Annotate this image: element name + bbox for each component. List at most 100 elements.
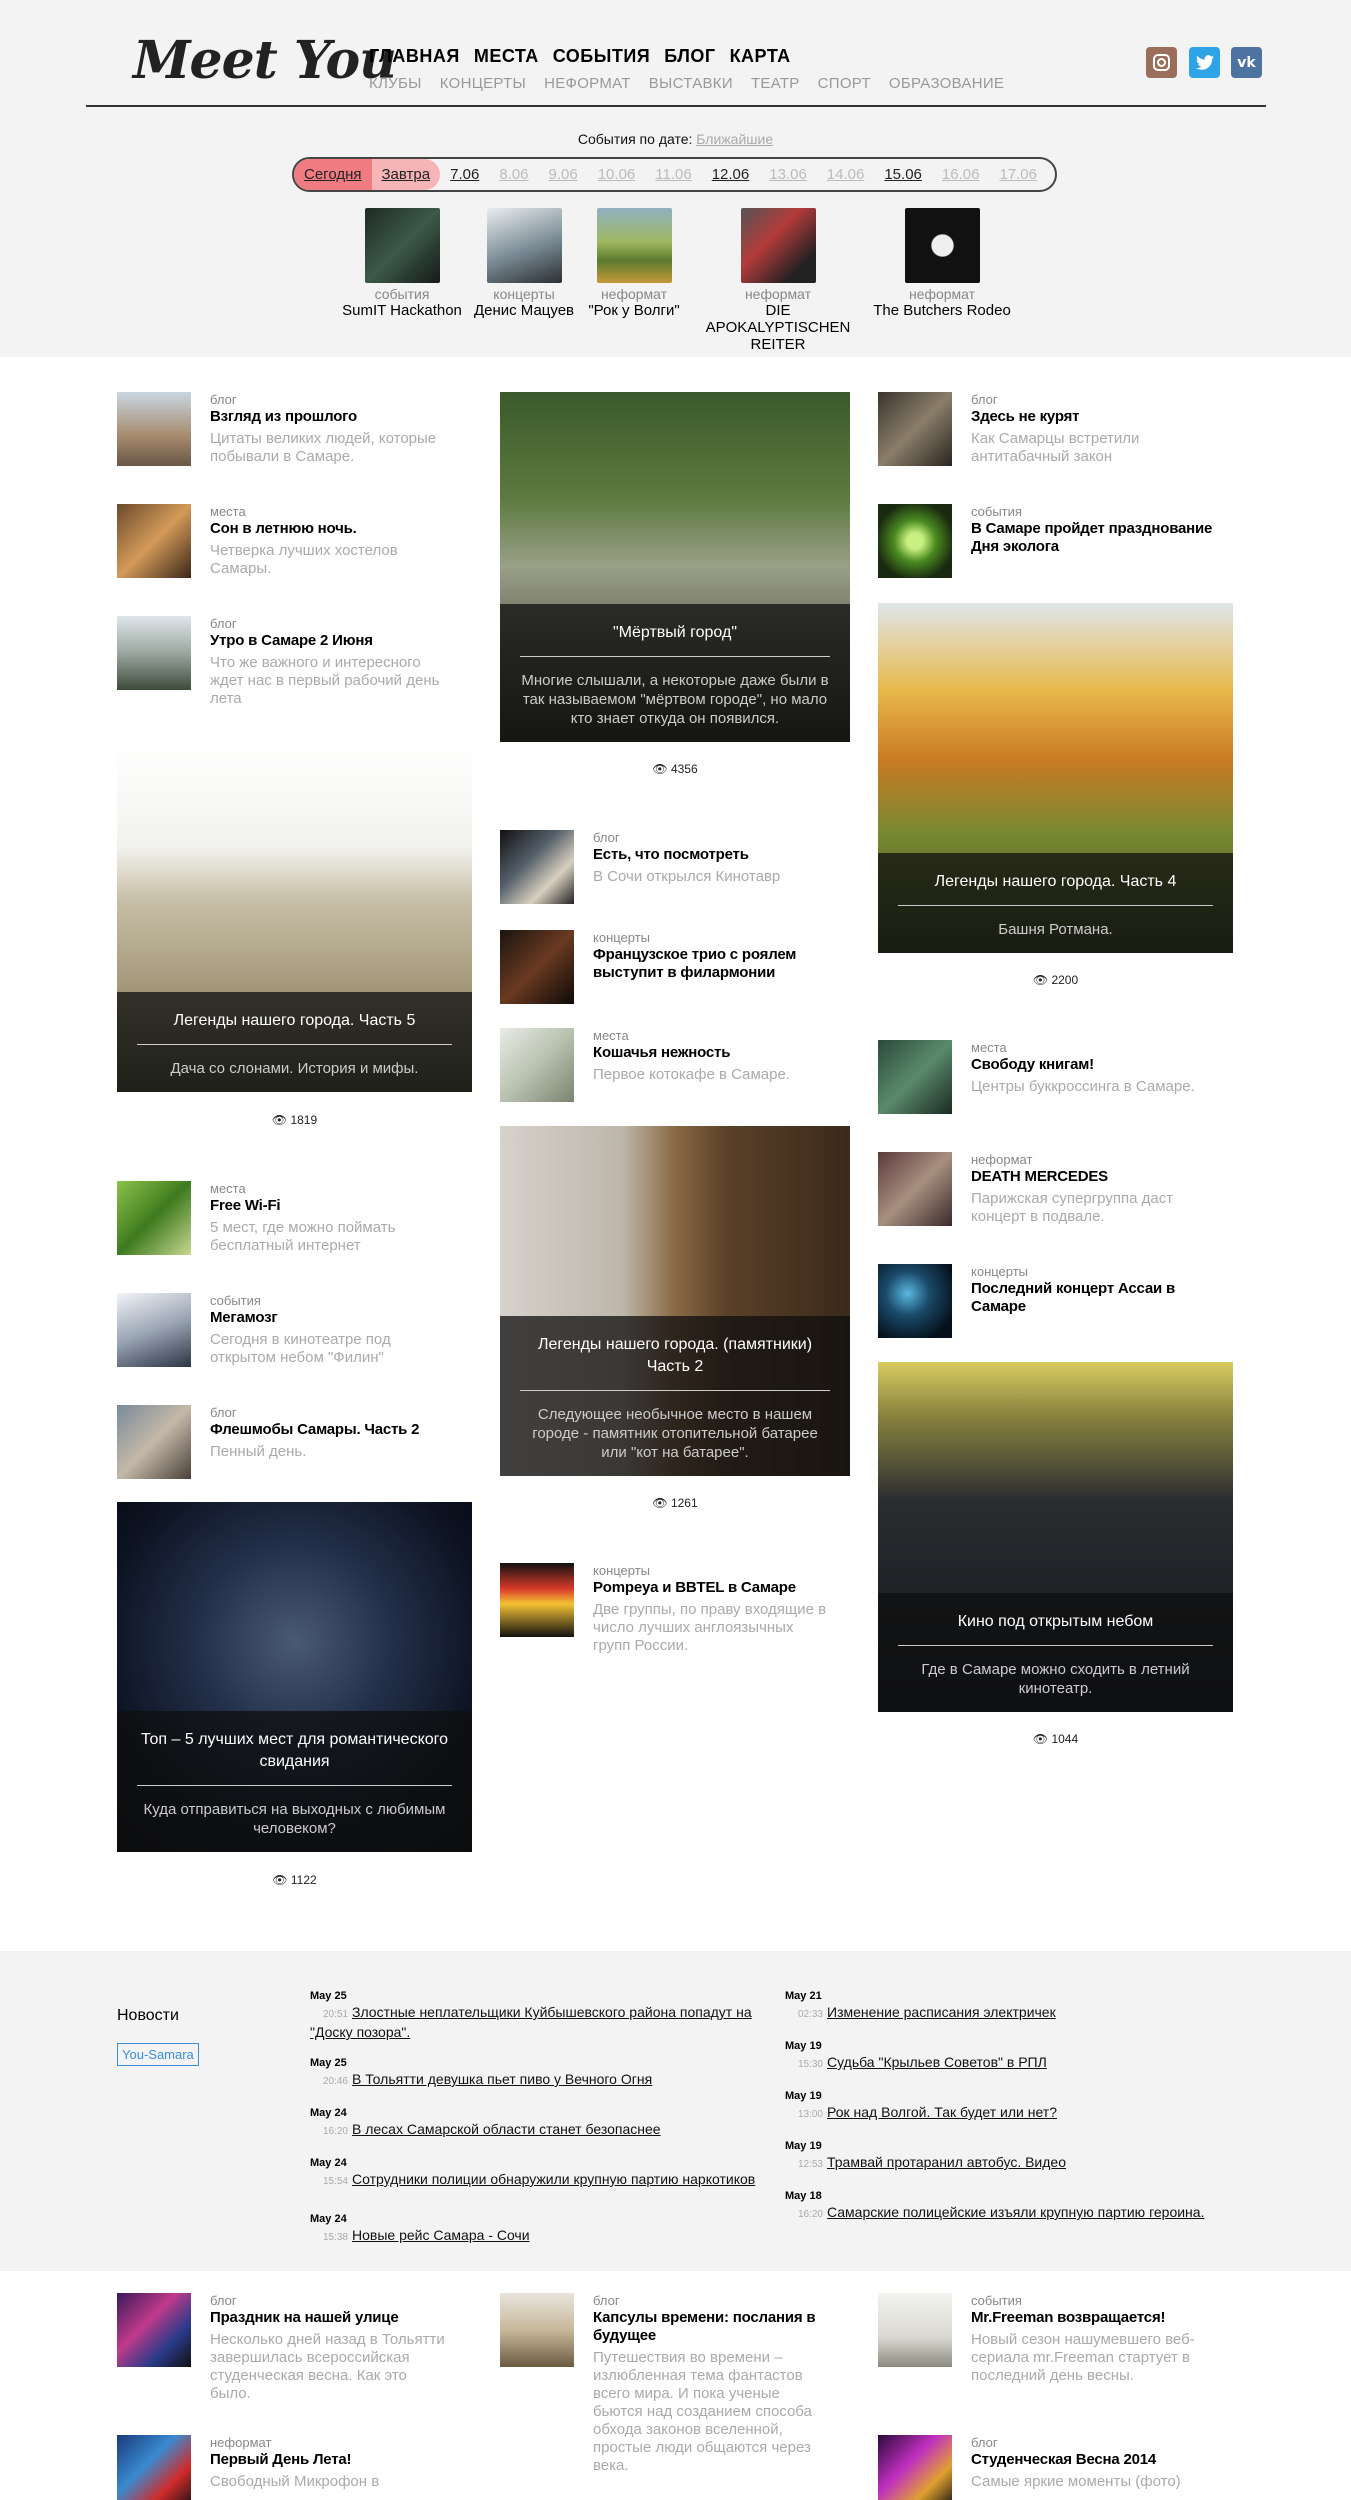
feature-card[interactable]: Легенды нашего города. (памятники) Часть…	[500, 1126, 850, 1476]
twitter-icon[interactable]	[1189, 47, 1220, 78]
feature-card[interactable]: "Мёртвый город" Многие слышали, а некото…	[500, 392, 850, 742]
article-card[interactable]: блог Капсулы времени: послания в будущее…	[500, 2293, 850, 2500]
date-item[interactable]: 14.06	[817, 159, 875, 190]
feature-card[interactable]: Кино под открытым небом Где в Самаре мож…	[878, 1362, 1233, 1712]
vk-icon[interactable]: vk	[1231, 47, 1262, 78]
subnav-item-sport[interactable]: СПОРТ	[818, 75, 871, 92]
news-link[interactable]: Рок над Волгой. Так будет или нет?	[827, 2104, 1057, 2120]
article-card[interactable]: места Кошачья нежность Первое котокафе в…	[500, 1028, 850, 1108]
article-thumbnail	[500, 1563, 574, 1637]
news-item: May 24 15:38 Новые рейс Самара - Сочи	[310, 2213, 770, 2245]
subnav-item-education[interactable]: ОБРАЗОВАНИЕ	[889, 75, 1004, 92]
date-item[interactable]: 9.06	[539, 159, 588, 190]
feature-card-divider	[137, 1785, 452, 1786]
subnav-item-exhibitions[interactable]: ВЫСТАВКИ	[649, 75, 733, 92]
news-source-badge[interactable]: You-Samara	[117, 2043, 199, 2066]
feature-card[interactable]: Легенды нашего города. Часть 4 Башня Рот…	[878, 603, 1233, 953]
article-card[interactable]: концерты Pompeya и BBTEL в Самаре Две гр…	[500, 1563, 850, 1663]
article-title: Free Wi-Fi	[210, 1197, 281, 1214]
news-link[interactable]: В Тольятти девушка пьет пиво у Вечного О…	[352, 2071, 652, 2087]
news-link[interactable]: Злостные неплательщики Куйбышевского рай…	[310, 2004, 752, 2040]
article-card[interactable]: блог Здесь не курят Как Самарцы встретил…	[878, 392, 1228, 472]
date-today[interactable]: Сегодня	[294, 159, 372, 190]
article-thumbnail	[878, 1040, 952, 1114]
events-by-date-label: События по дате: Ближайшие	[0, 131, 1351, 147]
eye-icon: 👁	[1032, 973, 1049, 987]
date-item[interactable]: 10.06	[588, 159, 646, 190]
article-card[interactable]: места Сон в летнюю ночь. Четверка лучших…	[117, 504, 467, 584]
article-description: Несколько дней назад в Тольятти завершил…	[210, 2331, 445, 2402]
news-item: May 21 02:33 Изменение расписания электри…	[785, 1990, 1245, 2022]
subnav-item-neformat[interactable]: НЕФОРМАТ	[544, 75, 631, 92]
article-card[interactable]: блог Есть, что посмотреть В Сочи открылс…	[500, 830, 850, 910]
article-card[interactable]: события В Самаре пройдет празднование Дн…	[878, 504, 1228, 584]
site-logo[interactable]: Meet You	[133, 30, 397, 91]
feature-card[interactable]: Легенды нашего города. Часть 5 Дача со с…	[117, 742, 472, 1092]
article-card[interactable]: блог Флешмобы Самары. Часть 2 Пенный ден…	[117, 1405, 467, 1485]
article-thumbnail	[117, 2435, 191, 2500]
featured-event[interactable]: неформат DIE APOKALYPTISCHEN REITER	[698, 208, 858, 353]
nav-item-map[interactable]: КАРТА	[730, 46, 791, 67]
date-item[interactable]: 15.06	[874, 159, 932, 190]
news-item: May 19 15:30 Судьба "Крыльев Советов" в Р…	[785, 2040, 1245, 2072]
article-card[interactable]: неформат Первый День Лета! Свободный Мик…	[117, 2435, 467, 2500]
article-card[interactable]: блог Утро в Самаре 2 Июня Что же важного…	[117, 616, 467, 716]
article-card[interactable]: неформат DEATH MERCEDES Парижская суперг…	[878, 1152, 1228, 1232]
news-link[interactable]: Новые рейс Самара - Сочи	[352, 2227, 530, 2243]
date-item[interactable]: 13.06	[759, 159, 817, 190]
article-thumbnail	[878, 1264, 952, 1338]
article-card[interactable]: блог Студенческая Весна 2014 Самые яркие…	[878, 2435, 1228, 2500]
news-link[interactable]: В лесах Самарской области станет безопас…	[352, 2121, 661, 2137]
news-link[interactable]: Изменение расписания электричек	[827, 2004, 1056, 2020]
news-link[interactable]: Самарские полицейские изъяли крупную пар…	[827, 2204, 1204, 2220]
feature-card-divider	[898, 1645, 1213, 1646]
nearest-events-link[interactable]: Ближайшие	[696, 131, 773, 147]
nav-item-home[interactable]: ГЛАВНАЯ	[369, 46, 460, 67]
nav-item-places[interactable]: МЕСТА	[474, 46, 539, 67]
header-divider	[86, 105, 1266, 107]
feature-card-description: Многие слышали, а некоторые даже были в …	[521, 672, 829, 727]
article-category: места	[971, 1040, 1007, 1055]
date-item[interactable]: 16.06	[932, 159, 990, 190]
article-description: Что же важного и интересного ждет нас в …	[210, 654, 440, 707]
article-card[interactable]: блог Взгляд из прошлого Цитаты великих л…	[117, 392, 467, 472]
news-date: May 21	[785, 1990, 822, 2002]
article-card[interactable]: места Свободу книгам! Центры буккроссинг…	[878, 1040, 1228, 1120]
date-item[interactable]: 17.06	[989, 159, 1047, 190]
subnav-item-clubs[interactable]: КЛУБЫ	[369, 75, 422, 92]
featured-event[interactable]: неформат The Butchers Rodeo	[862, 208, 1022, 319]
date-item[interactable]: 12.06	[702, 159, 760, 190]
feature-card[interactable]: Топ – 5 лучших мест для романтического с…	[117, 1502, 472, 1852]
date-tomorrow[interactable]: Завтра	[371, 159, 441, 190]
instagram-icon[interactable]	[1146, 47, 1177, 78]
nav-item-blog[interactable]: БЛОГ	[664, 46, 715, 67]
news-item: May 19 12:53 Трамвай протаранил автобус. …	[785, 2140, 1245, 2172]
article-description: Парижская супергруппа даст концерт в под…	[971, 1190, 1174, 1225]
article-card[interactable]: концерты Французское трио с роялем высту…	[500, 930, 850, 1010]
article-thumbnail	[500, 1028, 574, 1102]
article-card[interactable]: события Мегамозг Сегодня в кинотеатре по…	[117, 1293, 467, 1373]
article-card[interactable]: события Mr.Freeman возвращается! Новый с…	[878, 2293, 1228, 2413]
date-item[interactable]: 11.06	[645, 159, 701, 190]
views-count: 2200	[1051, 973, 1079, 987]
feature-card-overlay: Топ – 5 лучших мест для романтического с…	[117, 1711, 472, 1852]
article-category: концерты	[593, 1563, 651, 1578]
article-card[interactable]: места Free Wi-Fi 5 мест, где можно пойма…	[117, 1181, 467, 1261]
article-category: неформат	[210, 2435, 272, 2450]
subnav-item-theatre[interactable]: ТЕАТР	[751, 75, 800, 92]
date-item[interactable]: 7.06	[440, 159, 489, 190]
article-category: блог	[971, 392, 998, 407]
news-link[interactable]: Судьба "Крыльев Советов" в РПЛ	[827, 2054, 1047, 2070]
subnav-item-concerts[interactable]: КОНЦЕРТЫ	[440, 75, 526, 92]
article-card[interactable]: блог Праздник на нашей улице Несколько д…	[117, 2293, 467, 2413]
date-item[interactable]: 8.06	[489, 159, 538, 190]
featured-event[interactable]: неформат "Рок у Волги"	[554, 208, 714, 319]
eye-icon: 👁	[652, 762, 668, 776]
news-link[interactable]: Трамвай протаранил автобус. Видео	[827, 2154, 1066, 2170]
news-link[interactable]: Сотрудники полиции обнаружили крупную па…	[352, 2171, 755, 2187]
article-title: Mr.Freeman возвращается!	[971, 2309, 1166, 2326]
nav-item-events[interactable]: СОБЫТИЯ	[553, 46, 650, 67]
news-item: May 25 20:46 В Тольятти девушка пьет пиво…	[310, 2057, 770, 2089]
article-card[interactable]: концерты Последний концерт Ассаи в Самар…	[878, 1264, 1228, 1344]
feature-card-divider	[520, 656, 830, 657]
